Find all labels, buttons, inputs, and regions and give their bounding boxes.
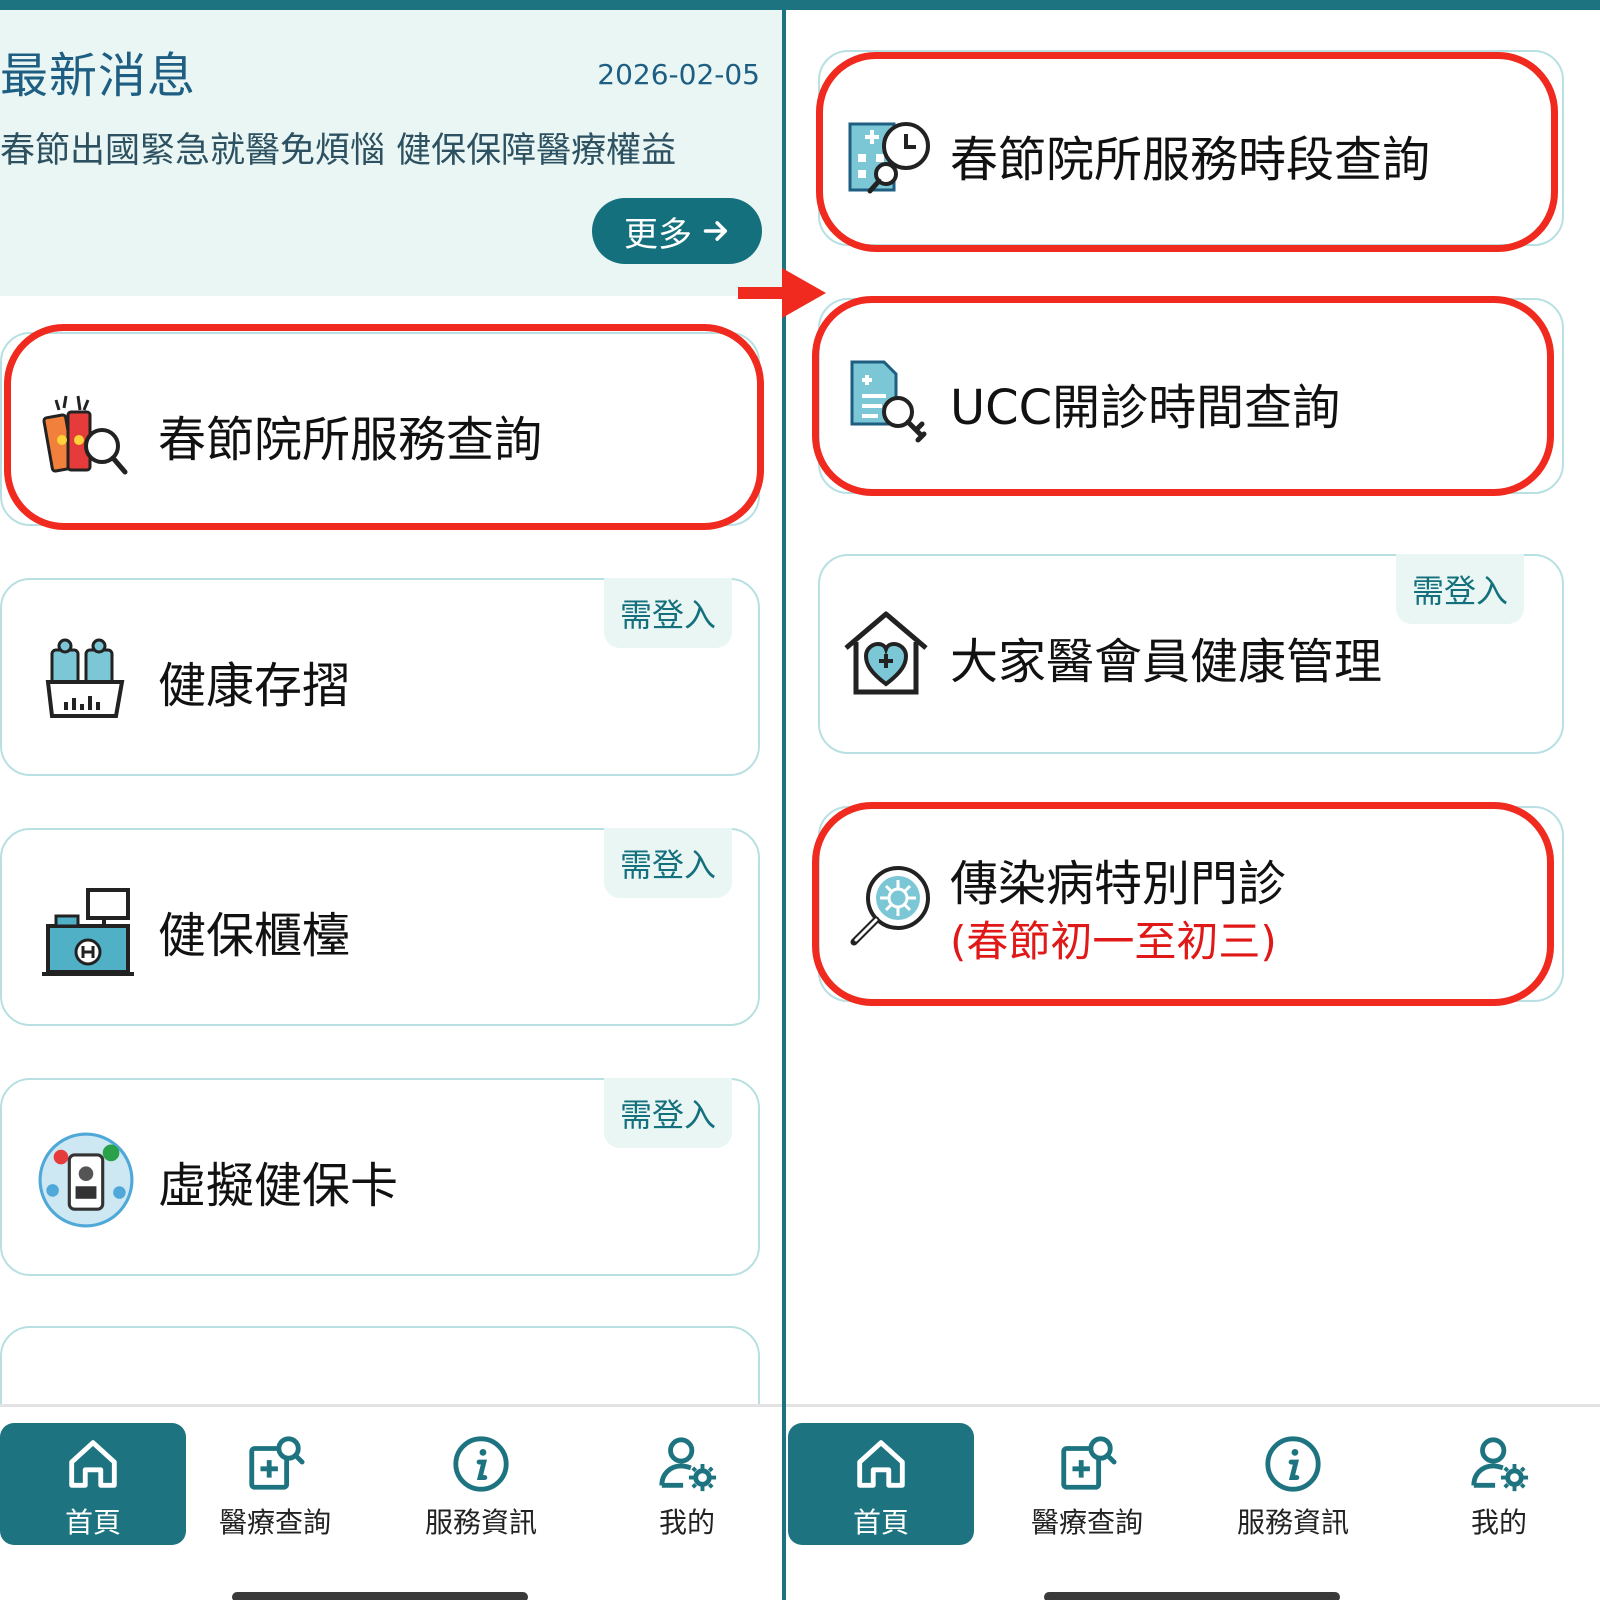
nav-label: 醫療查詢 [1030, 1506, 1143, 1539]
nav-label: 我的 [1470, 1506, 1527, 1539]
medical-search-icon [1061, 1436, 1117, 1490]
nav-service-info[interactable]: 服務資訊 [1200, 1423, 1386, 1545]
service-card-health-passbook[interactable]: 需登入 健康存摺 [0, 578, 760, 776]
firecracker-search-icon [42, 395, 128, 475]
nav-medical-search[interactable]: 醫療查詢 [182, 1423, 368, 1545]
service-card-label: UCC開診時間查詢 [950, 380, 1341, 436]
nav-mine[interactable]: 我的 [1406, 1423, 1592, 1545]
nav-medical-search[interactable]: 醫療查詢 [994, 1423, 1180, 1545]
nav-label: 醫療查詢 [218, 1506, 331, 1539]
service-card-ucc-hours-search[interactable]: UCC開診時間查詢 [818, 298, 1564, 494]
nav-mine[interactable]: 我的 [594, 1423, 780, 1545]
home-indicator [232, 1592, 528, 1600]
nav-home[interactable]: 首頁 [0, 1423, 186, 1545]
hospital-clock-search-icon [848, 122, 930, 194]
nav-label: 服務資訊 [1236, 1506, 1349, 1539]
virus-search-icon [850, 866, 930, 946]
screen-divider [782, 0, 786, 1600]
nav-label: 服務資訊 [424, 1506, 537, 1539]
health-passbook-icon [45, 638, 125, 718]
service-card-label: 春節院所服務查詢 [158, 412, 543, 468]
service-card-label: 傳染病特別門診 [950, 856, 1287, 912]
service-card-spring-hours-search[interactable]: 春節院所服務時段查詢 [818, 50, 1564, 246]
info-icon [1265, 1436, 1321, 1492]
news-headline[interactable]: 春節出國緊急就醫免煩惱 健保保障醫療權益 [0, 122, 676, 173]
news-card[interactable]: 最新消息 2026-02-05 春節出國緊急就醫免煩惱 健保保障醫療權益 更多 [0, 10, 782, 296]
nav-label: 我的 [658, 1506, 715, 1539]
service-card-label: 春節院所服務時段查詢 [950, 132, 1431, 188]
service-card-label: 大家醫會員健康管理 [950, 634, 1383, 690]
more-button[interactable]: 更多 [592, 198, 762, 264]
service-card-infectious-clinic[interactable]: 傳染病特別門診 (春節初一至初三) [818, 806, 1564, 1002]
login-required-badge: 需登入 [604, 1078, 732, 1148]
login-required-badge: 需登入 [1396, 554, 1524, 624]
left-screen: 最新消息 2026-02-05 春節出國緊急就醫免煩惱 健保保障醫療權益 更多 … [0, 10, 782, 1600]
info-icon [453, 1436, 509, 1492]
house-heart-icon [844, 611, 928, 695]
login-required-badge: 需登入 [604, 578, 732, 648]
user-settings-icon [1471, 1437, 1529, 1492]
nav-service-info[interactable]: 服務資訊 [388, 1423, 574, 1545]
service-card-label: 虛擬健保卡 [158, 1158, 399, 1214]
document-search-icon [850, 360, 927, 443]
news-title: 最新消息 [0, 48, 197, 104]
bottom-nav: 首頁 醫療查詢 服務資訊 我的 [786, 1404, 1600, 1600]
service-card-virtual-card[interactable]: 需登入 虛擬健保卡 [0, 1078, 760, 1276]
home-indicator [1044, 1592, 1340, 1600]
user-settings-icon [659, 1437, 717, 1492]
virtual-card-icon [38, 1132, 134, 1228]
more-button-label: 更多 [624, 214, 692, 255]
top-bar [0, 0, 1600, 10]
home-icon [857, 1440, 905, 1488]
news-date: 2026-02-05 [597, 58, 760, 91]
service-card-family-doctor[interactable]: 需登入 大家醫會員健康管理 [818, 554, 1564, 754]
service-card-label: 健康存摺 [158, 658, 351, 714]
counter-hospital-icon [42, 888, 134, 976]
service-card-sublabel: (春節初一至初三) [950, 917, 1277, 966]
service-card-spring-festival-search[interactable]: 春節院所服務查詢 [0, 332, 760, 526]
right-screen: 春節院所服務時段查詢 UCC開診時間查詢 需登入 大家醫會員健康管理 傳染病特別… [786, 10, 1600, 1600]
bottom-nav: 首頁 醫療查詢 服務資訊 我的 [0, 1404, 782, 1600]
nav-home[interactable]: 首頁 [788, 1423, 974, 1545]
nav-label: 首頁 [64, 1506, 121, 1539]
service-card-nhi-counter[interactable]: 需登入 健保櫃檯 [0, 828, 760, 1026]
arrow-right-annotation-icon [738, 268, 826, 318]
nav-label: 首頁 [852, 1506, 909, 1539]
service-card-label: 健保櫃檯 [158, 908, 351, 964]
arrow-right-icon [703, 221, 728, 241]
login-required-badge: 需登入 [604, 828, 732, 898]
home-icon [69, 1440, 117, 1488]
medical-search-icon [249, 1436, 305, 1490]
